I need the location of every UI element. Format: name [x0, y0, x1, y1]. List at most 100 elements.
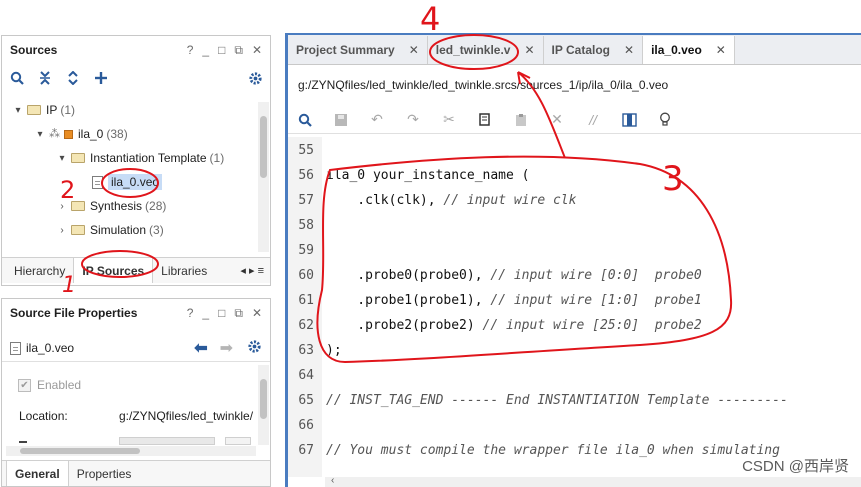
delete-icon: ✕ — [551, 111, 563, 127]
line-number: 58 — [298, 218, 314, 233]
code-line: 66 — [288, 413, 861, 438]
tree-item-ila-0[interactable]: ▾ ⁂ ila_0 (38) — [34, 123, 127, 145]
ip-core-icon — [64, 129, 73, 139]
gear-icon[interactable] — [247, 339, 262, 357]
close-icon[interactable]: ✕ — [524, 43, 534, 57]
expand-all-icon[interactable] — [64, 69, 82, 87]
scrollbar-thumb[interactable] — [260, 379, 267, 419]
code-line: 63); — [288, 338, 861, 363]
code-line: 56 ila_0 your_instance_name ( — [288, 163, 861, 188]
tab-properties[interactable]: Properties — [69, 461, 140, 486]
code-line: 64 — [288, 363, 861, 388]
minimize-icon[interactable]: _ — [202, 306, 209, 321]
chevron-right-icon[interactable]: › — [56, 201, 68, 212]
close-icon[interactable]: ✕ — [409, 43, 419, 57]
code-text: .probe1(probe1), — [326, 293, 491, 308]
comment-toggle-icon: // — [589, 111, 597, 128]
minimize-icon[interactable]: _ — [202, 43, 209, 58]
folder-icon — [71, 225, 85, 235]
line-number: 62 — [298, 318, 314, 333]
code-text: ); — [326, 343, 342, 358]
copy-icon[interactable] — [476, 111, 494, 129]
tree-item-simulation[interactable]: › Simulation (3) — [56, 219, 163, 241]
file-path: g:/ZYNQfiles/led_twinkle/led_twinkle.src… — [298, 78, 669, 92]
properties-hscrollbar[interactable] — [6, 446, 256, 456]
lightbulb-icon[interactable] — [656, 111, 674, 129]
tab-ip-sources[interactable]: IP Sources — [73, 258, 154, 283]
column-select-icon[interactable] — [620, 111, 638, 129]
tree-item-ip[interactable]: ▾ IP (1) — [12, 99, 75, 121]
close-icon[interactable]: ✕ — [252, 43, 262, 58]
scrollbar-thumb[interactable] — [20, 448, 140, 454]
code-line: 60 .probe0(probe0), // input wire [0:0] … — [288, 263, 861, 288]
tree-item-label: ila_0 — [78, 127, 104, 141]
maximize-icon[interactable]: □ — [218, 306, 225, 321]
tab-label: ila_0.veo — [651, 43, 702, 57]
enabled-row: ✔ Enabled — [18, 378, 81, 392]
chevron-down-icon[interactable]: ▾ — [34, 129, 46, 140]
scroll-left-icon[interactable]: ‹ — [331, 475, 334, 486]
close-icon[interactable]: ✕ — [624, 43, 634, 57]
properties-scrollbar[interactable] — [258, 365, 269, 445]
scrollbar-thumb[interactable] — [260, 116, 267, 178]
code-text: .clk(clk), — [326, 193, 444, 208]
line-number: 59 — [298, 243, 314, 258]
code-comment: // input wire [25:0] probe2 — [482, 318, 702, 333]
code-comment: // input wire [1:0] probe1 — [490, 293, 702, 308]
maximize-icon[interactable]: □ — [218, 43, 225, 58]
tab-project-summary[interactable]: Project Summary ✕ — [288, 36, 428, 64]
back-arrow-icon[interactable]: ⬅ — [194, 338, 207, 358]
undo-icon: ↶ — [371, 111, 383, 127]
properties-tabs: General Properties — [2, 460, 270, 486]
sources-scrollbar[interactable] — [258, 102, 269, 252]
tab-label: IP Catalog — [551, 43, 611, 57]
save-icon — [332, 111, 350, 129]
collapse-all-icon[interactable] — [36, 69, 54, 87]
search-icon[interactable] — [296, 111, 314, 129]
tab-general[interactable]: General — [6, 461, 69, 486]
close-icon[interactable]: ✕ — [252, 306, 262, 321]
float-icon[interactable]: ⧉ — [234, 43, 243, 58]
sources-toolbar — [2, 64, 270, 92]
help-icon[interactable]: ? — [187, 43, 194, 58]
add-sources-icon[interactable] — [92, 69, 110, 87]
tree-item-instantiation-template[interactable]: ▾ Instantiation Template (1) — [56, 147, 224, 169]
tab-led-twinkle-v[interactable]: led_twinkle.v ✕ — [428, 36, 544, 64]
close-icon[interactable]: ✕ — [716, 43, 726, 57]
code-text: .probe0(probe0), — [326, 268, 491, 283]
properties-file-row: ila_0.veo ⬅ ➡ — [10, 338, 262, 358]
file-icon — [10, 341, 21, 355]
code-text: .probe2(probe2) — [326, 318, 483, 333]
editor-hscrollbar[interactable]: ‹ — [325, 475, 861, 487]
properties-file-name: ila_0.veo — [26, 341, 75, 355]
tab-hierarchy[interactable]: Hierarchy — [2, 258, 73, 283]
tabs-overflow-icon[interactable]: ◂ ▸ ≡ — [234, 258, 270, 283]
sources-panel: Sources ? _ □ ⧉ ✕ ▾ IP (1) ▾ ⁂ ila_0 (38… — [1, 35, 271, 286]
help-icon[interactable]: ? — [187, 306, 194, 321]
folder-icon — [71, 201, 85, 211]
sources-title-bar: Sources ? _ □ ⧉ ✕ — [2, 36, 270, 64]
properties-title-bar: Source File Properties ? _ □ ⧉ ✕ — [2, 299, 270, 327]
location-value: g:/ZYNQfiles/led_twinkle/ — [119, 409, 254, 423]
chevron-down-icon[interactable]: ▾ — [12, 105, 24, 116]
tree-item-count: (1) — [60, 103, 76, 117]
tab-ip-catalog[interactable]: IP Catalog ✕ — [544, 36, 644, 64]
tree-item-ila-0-veo[interactable]: ila_0.veo — [92, 171, 163, 193]
code-line: 58 — [288, 213, 861, 238]
ip-chip-icon: ⁂ — [49, 128, 60, 140]
tree-item-label: Instantiation Template — [90, 151, 207, 165]
chevron-down-icon[interactable]: ▾ — [56, 153, 68, 164]
line-number: 55 — [298, 143, 314, 158]
line-number: 63 — [298, 343, 314, 358]
tab-ila-0-veo[interactable]: ila_0.veo ✕ — [643, 36, 735, 64]
search-icon[interactable] — [8, 69, 26, 87]
gear-icon[interactable] — [246, 69, 264, 87]
tree-item-synthesis[interactable]: › Synthesis (28) — [56, 195, 166, 217]
divider — [2, 361, 270, 362]
code-editor[interactable]: 55 56 ila_0 your_instance_name ( 57 .clk(… — [288, 137, 861, 477]
tree-item-count: (1) — [209, 151, 225, 165]
chevron-right-icon[interactable]: › — [56, 225, 68, 236]
float-icon[interactable]: ⧉ — [234, 306, 243, 321]
code-line: 57 .clk(clk), // input wire clk — [288, 188, 861, 213]
tab-libraries[interactable]: Libraries — [153, 258, 215, 283]
